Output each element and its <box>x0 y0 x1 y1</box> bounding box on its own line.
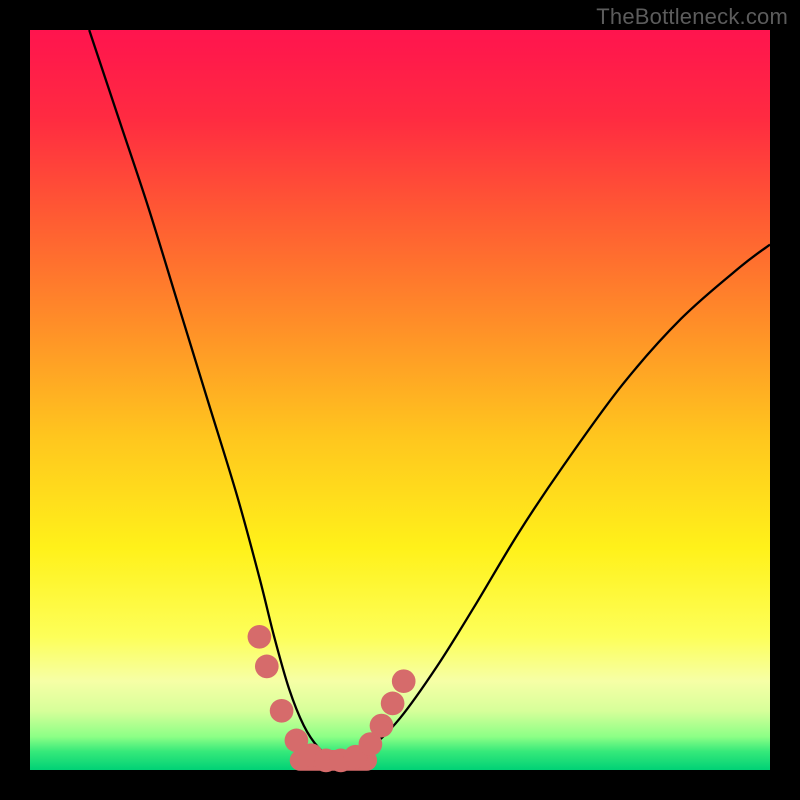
highlight-dot <box>255 655 279 679</box>
highlight-markers <box>248 625 416 772</box>
highlight-dot <box>370 714 394 738</box>
highlight-dot <box>392 669 416 693</box>
bottleneck-curve <box>89 30 770 760</box>
chart-curve-layer <box>30 30 770 770</box>
highlight-dot <box>270 699 294 723</box>
highlight-dot <box>248 625 272 649</box>
chart-frame: TheBottleneck.com <box>0 0 800 800</box>
highlight-dot <box>381 692 405 716</box>
watermark-text: TheBottleneck.com <box>596 4 788 30</box>
